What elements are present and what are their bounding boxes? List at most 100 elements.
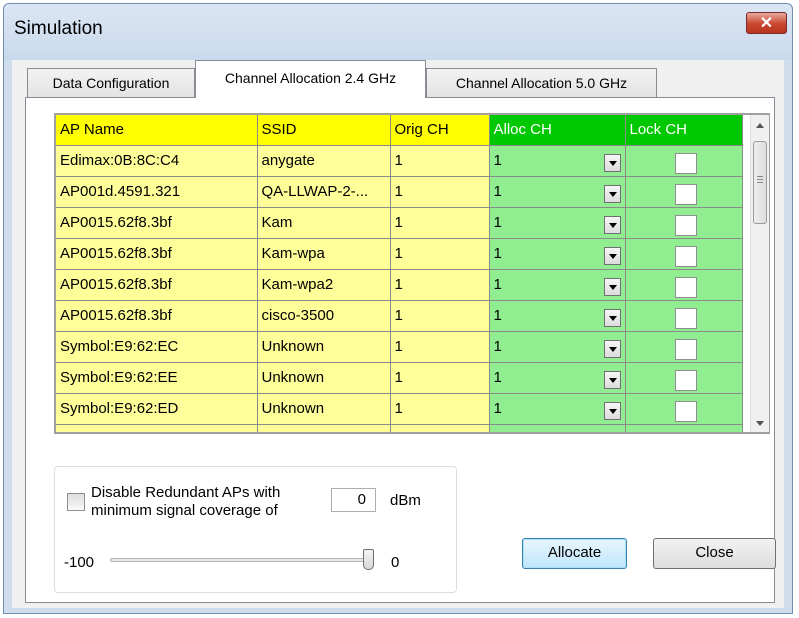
alloc-ch-dropdown[interactable]: 1 <box>494 146 625 176</box>
disable-redundant-checkbox[interactable] <box>67 493 85 511</box>
chevron-down-icon[interactable] <box>604 433 621 435</box>
cell-orig-ch[interactable]: 1 <box>390 269 490 301</box>
scrollbar-thumb[interactable] <box>753 141 767 224</box>
cell-ssid[interactable]: anygate <box>257 145 391 177</box>
cell-ap-name[interactable]: AP001d.4591.321 <box>56 176 258 208</box>
cell-lock-ch[interactable] <box>625 331 743 363</box>
cell-ssid[interactable]: QA-LLWAP-2-... <box>257 176 391 208</box>
cell-ap-name[interactable]: AP0015.62f8.3bf <box>56 207 258 239</box>
cell-lock-ch[interactable] <box>625 145 743 177</box>
lock-ch-checkbox[interactable] <box>674 339 697 360</box>
cell-lock-ch[interactable] <box>625 424 743 434</box>
cell-alloc-ch[interactable]: 1 <box>489 424 626 435</box>
chevron-down-icon[interactable] <box>603 339 621 358</box>
alloc-ch-dropdown[interactable]: 1 <box>494 425 625 435</box>
cell-alloc-ch[interactable]: 1 <box>489 393 626 425</box>
column-header-ssid[interactable]: SSID <box>257 115 391 146</box>
alloc-ch-dropdown[interactable]: 1 <box>494 239 625 269</box>
cell-lock-ch[interactable] <box>625 393 743 425</box>
cell-orig-ch[interactable]: 1 <box>390 331 490 363</box>
tab-channel-allocation-5-0[interactable]: Channel Allocation 5.0 GHz <box>426 68 657 97</box>
cell-lock-ch[interactable] <box>625 362 743 394</box>
alloc-ch-dropdown[interactable]: 1 <box>494 301 625 331</box>
alloc-ch-dropdown[interactable]: 1 <box>494 332 625 362</box>
cell-ssid[interactable]: Unknown <box>257 393 391 425</box>
lock-ch-checkbox[interactable] <box>675 432 697 434</box>
lock-ch-checkbox[interactable] <box>674 246 697 267</box>
lock-ch-checkbox[interactable] <box>674 153 697 174</box>
cell-ssid[interactable]: cisco-3500 <box>257 300 391 332</box>
signal-slider-thumb[interactable] <box>363 549 374 570</box>
cell-orig-ch[interactable]: 1 <box>390 300 490 332</box>
cell-alloc-ch[interactable]: 1 <box>489 331 626 363</box>
dbm-input[interactable]: 0 <box>331 488 376 512</box>
table-row[interactable]: AP0015.62f8.3bf cisco-3500 1 1 <box>56 300 743 332</box>
tab-channel-allocation-2-4[interactable]: Channel Allocation 2.4 GHz <box>195 60 426 98</box>
cell-ap-name[interactable]: AP0015.62f8.3bf <box>56 300 258 332</box>
cell-ssid[interactable]: Unknown <box>257 424 391 432</box>
chevron-down-icon[interactable] <box>603 370 621 389</box>
cell-orig-ch[interactable]: 1 <box>390 207 490 239</box>
column-header-orig-ch[interactable]: Orig CH <box>390 115 490 146</box>
cell-ap-name[interactable]: Symbol:E9:62:EE <box>56 362 258 394</box>
cell-alloc-ch[interactable]: 1 <box>489 269 626 301</box>
cell-alloc-ch[interactable]: 1 <box>489 145 626 177</box>
cell-ssid[interactable]: Kam-wpa2 <box>257 269 391 301</box>
alloc-ch-dropdown[interactable]: 1 <box>494 177 625 207</box>
cell-ap-name[interactable]: AP0015.62f8.3bf <box>56 238 258 270</box>
cell-orig-ch[interactable]: 1 <box>390 424 490 432</box>
cell-ssid[interactable]: Kam-wpa <box>257 238 391 270</box>
lock-ch-checkbox[interactable] <box>674 277 697 298</box>
scroll-down-icon[interactable] <box>756 421 764 426</box>
cell-ap-name[interactable]: AP0015.62f8.3bf <box>56 269 258 301</box>
table-row[interactable]: Symbol:E9:62:ED Unknown 1 1 <box>56 393 743 425</box>
scroll-up-icon[interactable] <box>756 123 764 128</box>
chevron-down-icon[interactable] <box>603 308 621 327</box>
cell-orig-ch[interactable]: 1 <box>390 176 490 208</box>
cell-alloc-ch[interactable]: 1 <box>489 176 626 208</box>
cell-ssid[interactable]: Kam <box>257 207 391 239</box>
window-close-button[interactable]: ✕ <box>746 12 787 34</box>
cell-lock-ch[interactable] <box>625 207 743 239</box>
lock-ch-checkbox[interactable] <box>674 370 697 391</box>
chevron-down-icon[interactable] <box>603 277 621 296</box>
lock-ch-checkbox[interactable] <box>674 401 697 422</box>
tab-data-configuration[interactable]: Data Configuration <box>27 68 195 97</box>
column-header-lock-ch[interactable]: Lock CH <box>625 115 743 146</box>
chevron-down-icon[interactable] <box>603 215 621 234</box>
alloc-ch-dropdown[interactable]: 1 <box>494 363 625 393</box>
cell-lock-ch[interactable] <box>625 269 743 301</box>
table-row[interactable]: Symbol:E9:62:EE Unknown 1 1 <box>56 362 743 394</box>
cell-orig-ch[interactable]: 1 <box>390 238 490 270</box>
cell-alloc-ch[interactable]: 1 <box>489 300 626 332</box>
alloc-ch-dropdown[interactable]: 1 <box>494 208 625 238</box>
table-row[interactable]: AP0015.62f8.3bf Kam 1 1 <box>56 207 743 239</box>
table-row[interactable]: AP001d.4591.321 QA-LLWAP-2-... 1 1 <box>56 176 743 208</box>
chevron-down-icon[interactable] <box>603 401 621 420</box>
cell-orig-ch[interactable]: 1 <box>390 393 490 425</box>
table-row[interactable]: Edimax:0B:8C:C4 anygate 1 1 <box>56 145 743 177</box>
chevron-down-icon[interactable] <box>603 153 621 172</box>
lock-ch-checkbox[interactable] <box>674 308 697 329</box>
cell-alloc-ch[interactable]: 1 <box>489 207 626 239</box>
lock-ch-checkbox[interactable] <box>674 184 697 205</box>
column-header-ap-name[interactable]: AP Name <box>56 115 258 146</box>
cell-lock-ch[interactable] <box>625 176 743 208</box>
cell-alloc-ch[interactable]: 1 <box>489 362 626 394</box>
table-row[interactable]: AP0015.62f8.3bf Kam-wpa2 1 1 <box>56 269 743 301</box>
cell-ap-name[interactable]: Symbol:E9:62:ED <box>56 393 258 425</box>
signal-slider-track[interactable] <box>110 558 369 562</box>
table-row[interactable]: Symbol:E7:EE:0CUnknown11 <box>56 424 743 435</box>
cell-orig-ch[interactable]: 1 <box>390 362 490 394</box>
lock-ch-checkbox[interactable] <box>674 215 697 236</box>
cell-ap-name[interactable]: Symbol:E7:EE:0C <box>56 424 258 432</box>
cell-alloc-ch[interactable]: 1 <box>489 238 626 270</box>
cell-ap-name[interactable]: Edimax:0B:8C:C4 <box>56 145 258 177</box>
table-row[interactable]: AP0015.62f8.3bf Kam-wpa 1 1 <box>56 238 743 270</box>
cell-lock-ch[interactable] <box>625 238 743 270</box>
alloc-ch-dropdown[interactable]: 1 <box>494 394 625 424</box>
chevron-down-icon[interactable] <box>603 184 621 203</box>
column-header-alloc-ch[interactable]: Alloc CH <box>489 115 626 146</box>
table-row[interactable]: Symbol:E9:62:EC Unknown 1 1 <box>56 331 743 363</box>
cell-ssid[interactable]: Unknown <box>257 362 391 394</box>
